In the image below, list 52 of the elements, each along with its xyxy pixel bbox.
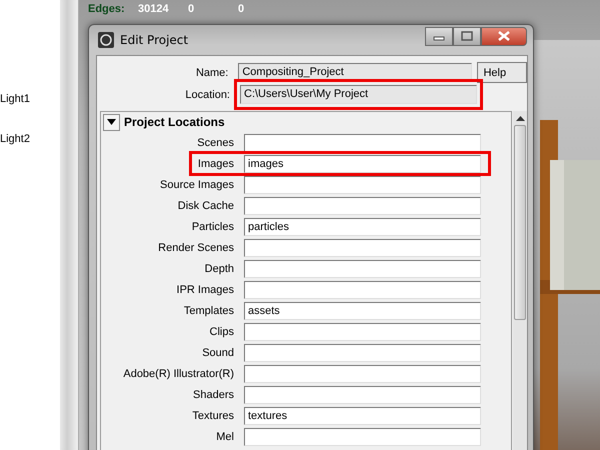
hud-label: Edges: — [88, 3, 126, 15]
close-icon — [497, 31, 511, 41]
field-label: Sound — [201, 346, 235, 358]
section-title: Project Locations — [124, 115, 225, 129]
field-label: Name: — [194, 66, 230, 78]
outliner-item[interactable]: Light2 — [0, 133, 30, 145]
maximize-icon — [461, 31, 473, 41]
field-label: Render Scenes — [157, 242, 235, 254]
path-field[interactable] — [244, 196, 481, 214]
field-label: IPR Images — [176, 284, 235, 296]
field-label: Location: — [184, 88, 231, 100]
path-field[interactable] — [244, 238, 481, 256]
collapse-toggle[interactable] — [103, 114, 120, 130]
hud-value: 0 — [188, 3, 196, 15]
path-field[interactable] — [244, 428, 481, 446]
scrollbar-thumb[interactable] — [514, 125, 526, 320]
window-title: Edit Project — [120, 33, 188, 47]
path-field[interactable] — [244, 176, 481, 194]
path-field[interactable]: textures — [244, 406, 481, 424]
close-button[interactable] — [481, 26, 527, 46]
field-label: Source Images — [159, 178, 235, 190]
field-label: Disk Cache — [176, 200, 235, 212]
field-label: Templates — [182, 304, 235, 316]
path-field[interactable] — [244, 344, 481, 362]
scrollbar[interactable] — [513, 111, 527, 450]
path-field[interactable]: assets — [244, 302, 481, 320]
field-label: Clips — [208, 326, 235, 338]
field-label: Images — [196, 158, 235, 170]
field-label: Mel — [215, 430, 235, 442]
hud-value: 0 — [238, 3, 246, 15]
hud-value: 30124 — [138, 3, 170, 15]
path-field[interactable] — [244, 364, 481, 382]
app-icon — [97, 31, 115, 49]
minimize-button[interactable] — [425, 26, 453, 46]
scroll-up-icon — [516, 116, 524, 121]
path-field[interactable]: images — [244, 154, 481, 172]
path-field[interactable] — [244, 134, 481, 152]
path-field[interactable] — [244, 322, 481, 340]
path-field[interactable] — [244, 280, 481, 298]
help-button[interactable]: Help — [477, 62, 527, 83]
field-label: Depth — [204, 262, 235, 274]
field-label: Textures — [191, 410, 235, 422]
path-field[interactable] — [244, 386, 481, 404]
field-label: Particles — [190, 220, 235, 232]
field-label: Shaders — [192, 388, 235, 400]
down-triangle-icon — [107, 119, 116, 125]
outliner-item[interactable]: Light1 — [0, 93, 30, 105]
path-field[interactable]: particles — [244, 218, 481, 236]
field-label: Scenes — [196, 136, 235, 148]
maximize-button[interactable] — [453, 26, 481, 46]
path-field[interactable] — [244, 260, 481, 278]
field-label: Adobe(R) Illustrator(R) — [122, 368, 235, 380]
